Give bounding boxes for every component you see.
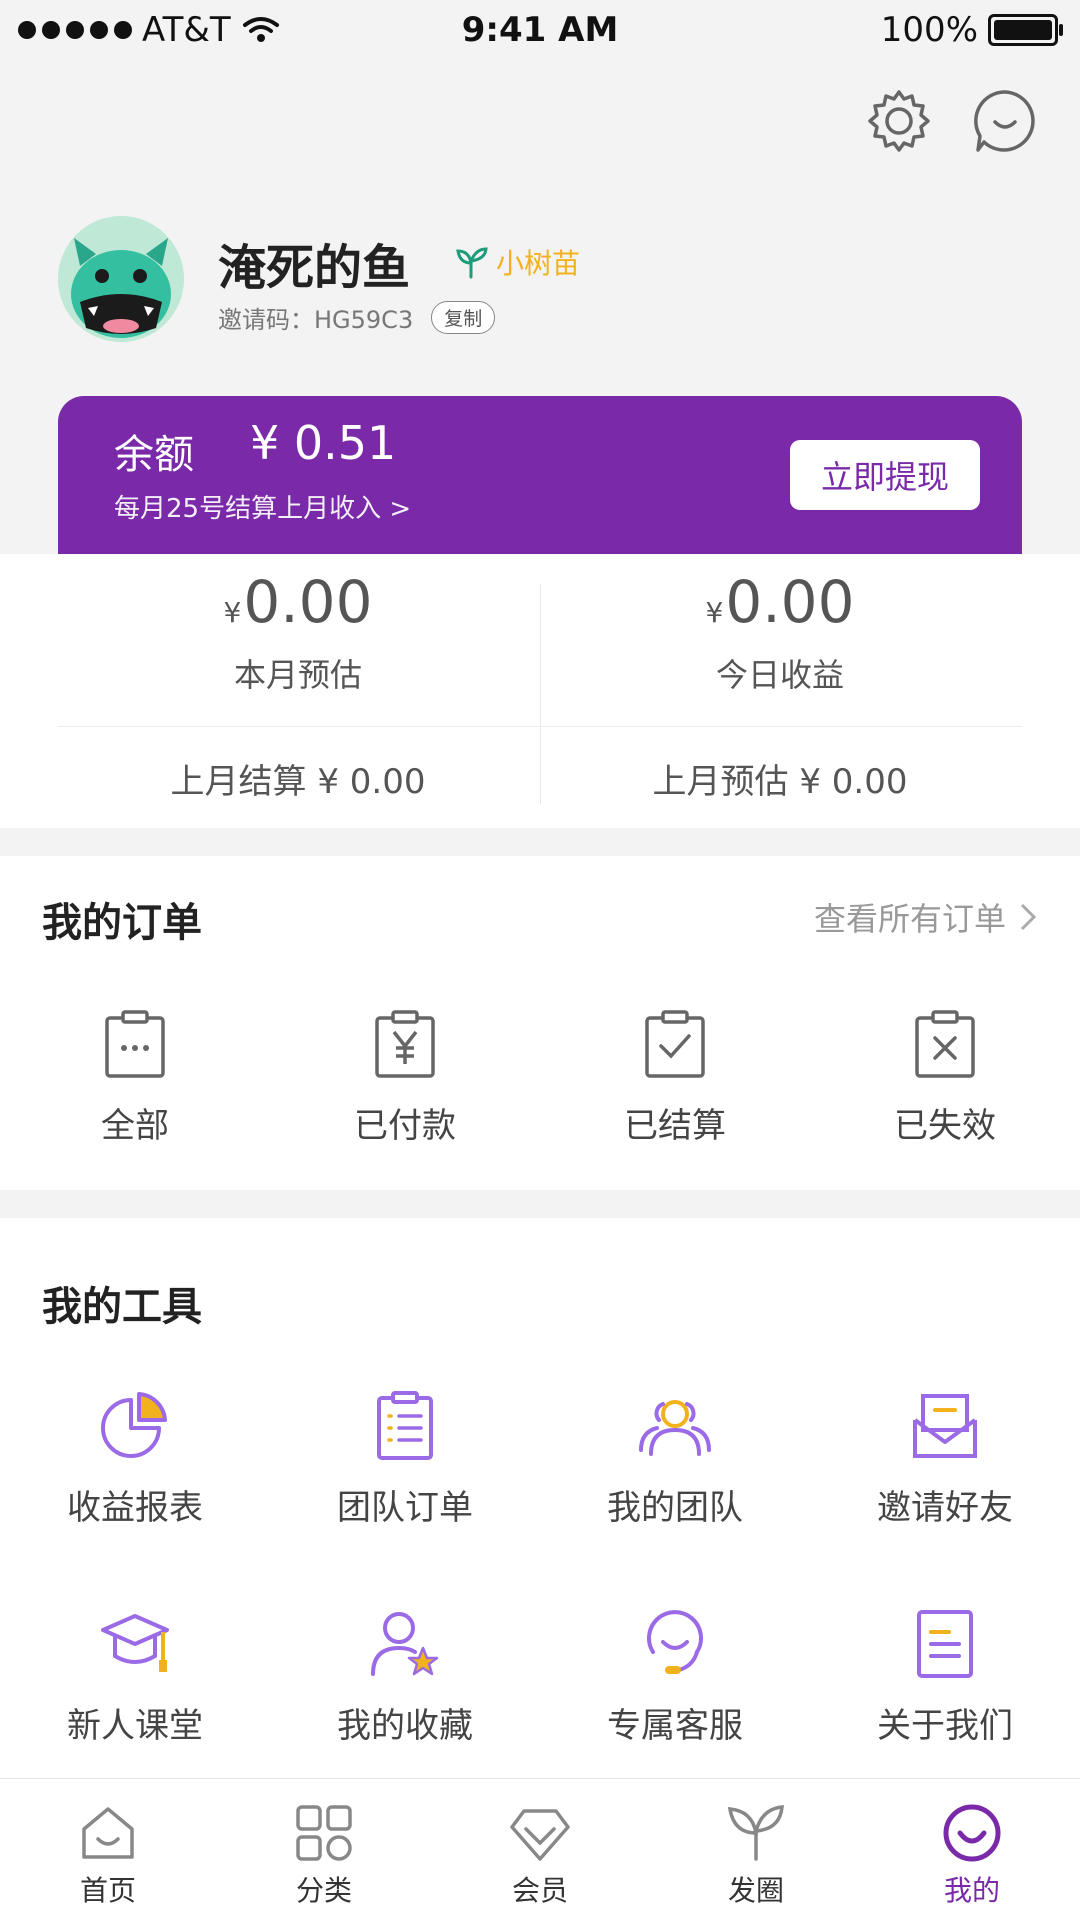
earnings-divider-horizontal [58,726,1022,727]
status-right: 100% [880,10,1063,50]
tab-home-label: 首页 [79,1874,136,1907]
tool-team-orders[interactable]: 团队订单 [270,1390,540,1529]
earnings-panel: ¥0.00 本月预估 ¥0.00 今日收益 上月结算 ¥ 0.00 上月预估 ¥… [0,554,1080,828]
balance-label: 余额 [114,432,194,478]
tool-earnings-report-label: 收益报表 [67,1488,203,1528]
order-paid-label: 已付款 [354,1106,456,1146]
tab-mine[interactable]: 我的 [864,1779,1080,1921]
level-label: 小树苗 [496,247,581,280]
last-month-settled: 上月结算 ¥ 0.00 [170,762,426,802]
username: 淹死的鱼 [218,240,411,296]
graduation-cap-icon [101,1614,169,1672]
view-all-orders-link[interactable]: 查看所有订单 [814,894,1038,940]
clipboard-x-icon [915,1010,975,1078]
avatar[interactable] [58,216,184,342]
tab-category-label: 分类 [295,1874,352,1907]
gear-icon[interactable] [866,88,932,154]
tab-category[interactable]: 分类 [216,1779,432,1921]
order-paid[interactable]: 已付款 [270,1008,540,1147]
grid-icon [296,1805,352,1861]
battery-percent: 100% [880,10,978,50]
order-settled[interactable]: 已结算 [540,1008,810,1147]
envelope-icon [913,1394,977,1458]
orders-panel: 我的订单 查看所有订单 全部 已付款 已结算 已失效 [0,856,1080,1190]
month-estimate: ¥0.00 本月预估 [58,568,538,696]
headset-icon [647,1610,703,1674]
document-icon [917,1610,973,1678]
tab-mine-label: 我的 [943,1874,1000,1907]
orders-grid: 全部 已付款 已结算 已失效 [0,1008,1080,1147]
order-invalid-label: 已失效 [894,1106,996,1146]
tab-member[interactable]: 会员 [432,1779,648,1921]
tool-invite-friends-label: 邀请好友 [877,1488,1013,1528]
settlement-note-link[interactable]: 每月25号结算上月收入 > [114,488,411,525]
diamond-icon [510,1809,570,1861]
team-icon [639,1400,711,1456]
level-badge: 小树苗 [454,242,580,282]
message-icon[interactable] [972,88,1038,154]
order-invalid[interactable]: 已失效 [810,1008,1080,1147]
invite-code: 邀请码：HG59C3 [218,306,414,334]
user-star-icon [371,1612,439,1676]
pie-chart-icon [101,1392,167,1458]
withdraw-button[interactable]: 立即提现 [790,440,980,510]
tool-earnings-report[interactable]: 收益报表 [0,1390,270,1529]
tool-my-team[interactable]: 我的团队 [540,1390,810,1529]
smile-icon [943,1804,1001,1862]
copy-button[interactable]: 复制 [431,301,496,334]
sprout-icon [456,247,488,279]
tab-moments[interactable]: 发圈 [648,1779,864,1921]
tools-row-1: 收益报表 团队订单 我的团队 邀请好友 [0,1390,1080,1529]
clipboard-list-icon [377,1391,433,1460]
orders-title: 我的订单 [42,900,202,946]
monster-avatar-icon [58,216,184,342]
tools-row-2: 新人课堂 我的收藏 专属客服 关于我们 [0,1608,1080,1747]
tools-title: 我的工具 [42,1284,202,1330]
order-all-label: 全部 [101,1106,169,1146]
tools-panel: 我的工具 收益报表 团队订单 我的团队 邀请好友 新人课堂 我的收藏 专属客服 … [0,1218,1080,1778]
tool-about-us[interactable]: 关于我们 [810,1608,1080,1747]
order-all[interactable]: 全部 [0,1008,270,1147]
balance-value: ¥ 0.51 [250,416,397,470]
tool-about-us-label: 关于我们 [877,1706,1013,1746]
tool-my-team-label: 我的团队 [607,1488,743,1528]
tab-member-label: 会员 [511,1874,568,1907]
today-earnings-label: 今日收益 [715,656,844,694]
view-all-orders-label: 查看所有订单 [813,900,1006,938]
last-month-estimate: 上月预估 ¥ 0.00 [652,762,908,802]
tool-favorites-label: 我的收藏 [337,1706,473,1746]
tool-customer-service[interactable]: 专属客服 [540,1608,810,1747]
tool-favorites[interactable]: 我的收藏 [270,1608,540,1747]
sprout-icon [727,1805,784,1861]
tab-bar: 首页 分类 会员 发圈 我的 [0,1778,1080,1921]
status-bar: AT&T 9:41 AM 100% [0,0,1080,60]
order-settled-label: 已结算 [624,1106,726,1146]
invite-row: 邀请码：HG59C3 复制 [218,300,496,335]
chevron-right-icon [1020,903,1037,931]
month-estimate-label: 本月预估 [233,656,362,694]
tool-team-orders-label: 团队订单 [337,1488,473,1528]
battery-icon [988,14,1063,46]
today-earnings-amount: 0.00 [725,568,855,636]
tool-newbie-class[interactable]: 新人课堂 [0,1608,270,1747]
tab-moments-label: 发圈 [727,1874,784,1907]
tab-home[interactable]: 首页 [0,1779,216,1921]
balance-card: 余额 ¥ 0.51 每月25号结算上月收入 > 立即提现 [58,396,1022,554]
tool-invite-friends[interactable]: 邀请好友 [810,1390,1080,1529]
tool-customer-service-label: 专属客服 [607,1706,743,1746]
clipboard-yen-icon [375,1010,435,1078]
today-earnings-currency: ¥ [705,596,724,629]
home-icon [82,1807,134,1859]
tool-newbie-class-label: 新人课堂 [67,1706,203,1746]
month-estimate-amount: 0.00 [243,568,373,636]
clipboard-check-icon [645,1010,705,1078]
month-estimate-currency: ¥ [223,596,242,629]
today-earnings: ¥0.00 今日收益 [540,568,1020,696]
clipboard-dots-icon [105,1010,165,1078]
